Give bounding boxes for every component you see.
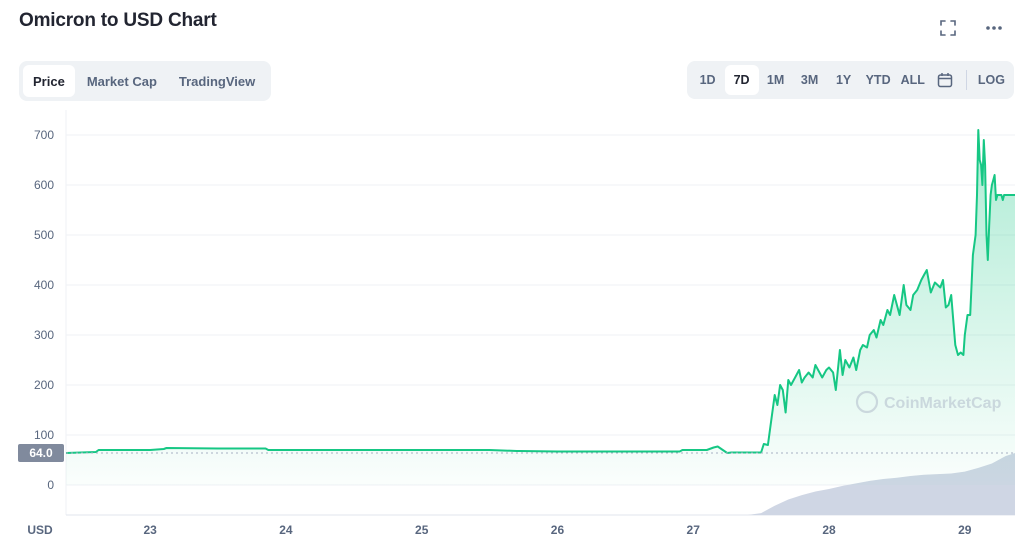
range-divider (965, 70, 967, 90)
tab-tradingview[interactable]: TradingView (169, 65, 265, 97)
chart-type-tabs: Price Market Cap TradingView (19, 61, 272, 101)
range-ytd[interactable]: YTD (861, 65, 896, 95)
watermark-text: CoinMarketCap (884, 395, 1002, 412)
log-scale-toggle[interactable]: LOG (973, 65, 1010, 95)
y-tick-label: 400 (34, 278, 54, 292)
y-tick-label: 600 (34, 178, 54, 192)
currency-label: USD (27, 523, 53, 537)
tab-price[interactable]: Price (23, 65, 75, 97)
y-tick-label: 100 (34, 428, 54, 442)
x-axis: 23 24 25 26 27 28 29 (143, 523, 971, 537)
current-price-label: 64.0 (29, 446, 53, 460)
x-tick-label: 23 (143, 523, 157, 537)
x-tick-label: 29 (958, 523, 972, 537)
price-chart[interactable]: 0 100 200 300 400 500 600 700 64.0 CoinMarketCa… (0, 110, 1024, 538)
range-1y[interactable]: 1Y (827, 65, 861, 95)
top-actions (938, 18, 1004, 38)
x-tick-label: 28 (822, 523, 836, 537)
calendar-icon[interactable] (930, 65, 960, 95)
range-all[interactable]: ALL (896, 65, 930, 95)
price-area (66, 130, 1015, 485)
y-tick-label: 700 (34, 128, 54, 142)
current-price-tag: 64.0 (18, 444, 64, 462)
tab-market-cap[interactable]: Market Cap (77, 65, 167, 97)
y-tick-label: 300 (34, 328, 54, 342)
x-tick-label: 25 (415, 523, 429, 537)
y-tick-label: 500 (34, 228, 54, 242)
x-tick-label: 24 (279, 523, 293, 537)
page-title: Omicron to USD Chart (19, 10, 217, 31)
x-tick-label: 26 (551, 523, 565, 537)
range-3m[interactable]: 3M (793, 65, 827, 95)
more-options-icon[interactable] (984, 18, 1004, 38)
y-axis: 0 100 200 300 400 500 600 700 (34, 128, 54, 492)
time-range-selector: 1D 7D 1M 3M 1Y YTD ALL LOG (686, 61, 1014, 99)
y-tick-label: 0 (47, 478, 54, 492)
range-7d[interactable]: 7D (724, 65, 759, 95)
range-1d[interactable]: 1D (691, 65, 725, 95)
y-tick-label: 200 (34, 378, 54, 392)
x-tick-label: 27 (687, 523, 701, 537)
fullscreen-icon[interactable] (938, 18, 958, 38)
range-1m[interactable]: 1M (759, 65, 793, 95)
